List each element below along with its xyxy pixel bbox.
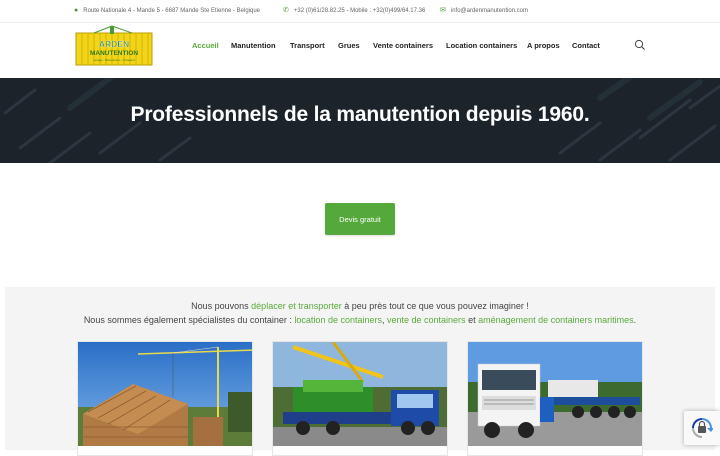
- truck-trailer-image: [468, 342, 642, 446]
- intro-text: à peu près tout ce que vous pouvez imagi…: [341, 301, 529, 311]
- nav-manutention[interactable]: Manutention: [231, 41, 276, 50]
- intro-line-1: Nous pouvons déplacer et transporter à p…: [5, 299, 715, 313]
- hero-banner: Professionnels de la manutention depuis …: [0, 78, 720, 163]
- service-card-construction[interactable]: [77, 341, 253, 456]
- link-deplacer-transporter[interactable]: déplacer et transporter: [251, 301, 342, 311]
- intro-text: .: [633, 315, 637, 325]
- map-pin-icon: ●: [74, 7, 79, 14]
- link-vente-containers[interactable]: vente de containers: [387, 315, 466, 325]
- phone-icon: ✆: [283, 7, 289, 14]
- recaptcha-badge[interactable]: [684, 411, 720, 445]
- nav-a-propos[interactable]: A propos: [527, 41, 560, 50]
- recaptcha-icon: [692, 418, 713, 438]
- truck-crane-image: [273, 342, 447, 446]
- construction-crane-image: [78, 342, 252, 446]
- site-header: ARDEN MANUTENTION Levage - Manutention -…: [0, 22, 720, 78]
- service-card-transport[interactable]: [467, 341, 643, 456]
- svg-text:Levage - Manutention - Transpo: Levage - Manutention - Transport: [93, 58, 135, 62]
- services-section: Nous pouvons déplacer et transporter à p…: [5, 287, 715, 456]
- nav-location-containers[interactable]: Location containers: [446, 41, 517, 50]
- link-amenagement-containers[interactable]: aménagement de containers maritimes: [478, 315, 634, 325]
- nav-transport[interactable]: Transport: [290, 41, 325, 50]
- devis-gratuit-button[interactable]: Devis gratuit: [325, 203, 395, 235]
- intro-line-2: Nous sommes également spécialistes du co…: [5, 313, 715, 327]
- address-info: ● Route Nationale 4 - Mande 5 - 6687 Man…: [74, 7, 260, 14]
- service-card-manutention[interactable]: [272, 341, 448, 456]
- intro-text: et: [465, 315, 479, 325]
- intro-text: Nous sommes également spécialistes du co…: [83, 315, 295, 325]
- phone-text[interactable]: +32 (0)61/28.82.25 - Mobile : +32(0)499/…: [294, 8, 425, 14]
- intro-text: Nous pouvons: [191, 301, 252, 311]
- main-navigation: Accueil Manutention Transport Grues Vent…: [0, 41, 720, 55]
- envelope-icon: ✉: [440, 7, 446, 14]
- services-intro: Nous pouvons déplacer et transporter à p…: [5, 299, 715, 327]
- address-text: Route Nationale 4 - Mande 5 - 6687 Mande…: [83, 7, 261, 14]
- nav-vente-containers[interactable]: Vente containers: [373, 41, 433, 50]
- email-text[interactable]: info@ardenmanutention.com: [451, 8, 528, 14]
- search-icon[interactable]: [634, 38, 646, 50]
- nav-accueil[interactable]: Accueil: [192, 41, 219, 50]
- top-info-bar: ● Route Nationale 4 - Mande 5 - 6687 Man…: [0, 0, 720, 22]
- link-location-containers[interactable]: location de containers: [294, 315, 382, 325]
- hero-title: Professionnels de la manutention depuis …: [130, 103, 590, 126]
- email-info[interactable]: ✉ info@ardenmanutention.com: [440, 7, 528, 14]
- phone-info[interactable]: ✆ +32 (0)61/28.82.25 - Mobile : +32(0)49…: [283, 7, 425, 14]
- nav-grues[interactable]: Grues: [338, 41, 360, 50]
- nav-contact[interactable]: Contact: [572, 41, 600, 50]
